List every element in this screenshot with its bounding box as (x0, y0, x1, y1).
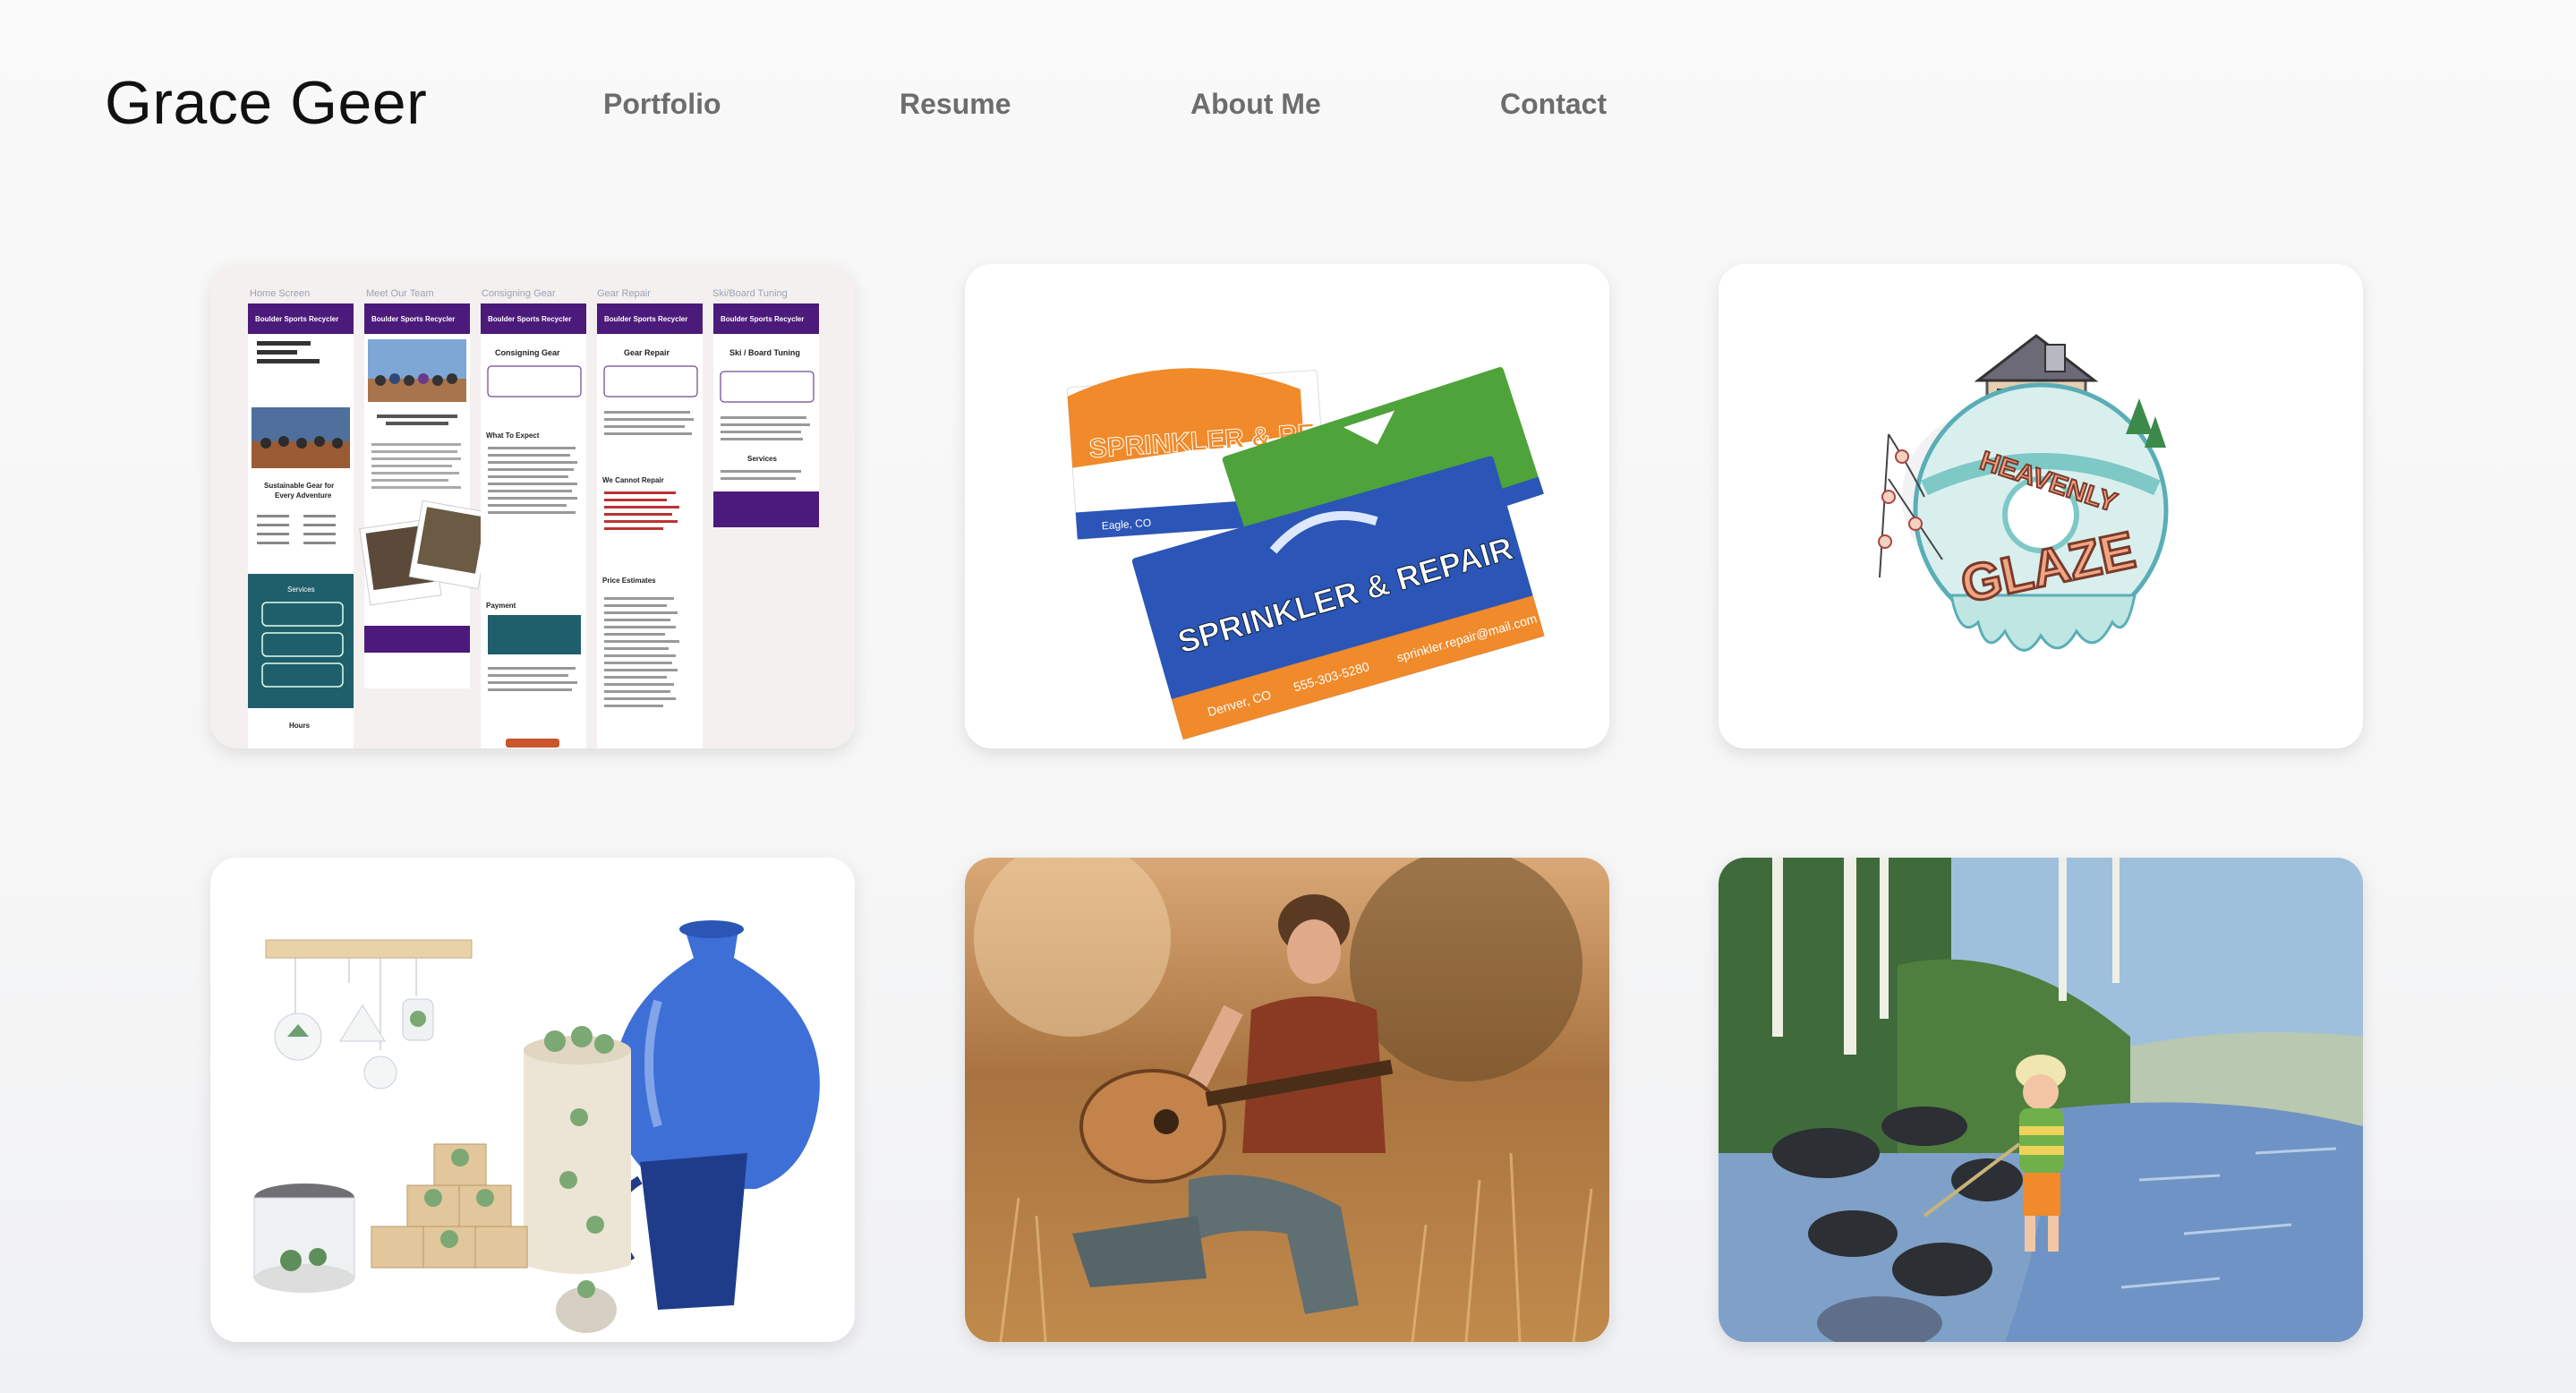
portfolio-card-guitar-photo[interactable] (965, 858, 1609, 1342)
phone-screen-consigning: Boulder Sports Recycler Consigning Gear … (481, 303, 586, 748)
portfolio-card-boulder-sports-app[interactable]: Home Screen Meet Our Team Consigning Gea… (210, 264, 855, 748)
nav-portfolio[interactable]: Portfolio (603, 88, 721, 121)
svg-text:Sustainable Gear for: Sustainable Gear for (264, 482, 334, 490)
svg-text:We Cannot Repair: We Cannot Repair (602, 476, 664, 484)
phone-screen-repair: Boulder Sports Recycler Gear Repair We C… (597, 303, 703, 748)
nav-contact[interactable]: Contact (1500, 88, 1607, 121)
screen-label-home: Home Screen (250, 288, 310, 299)
consigning-heading: Consigning Gear (495, 348, 560, 357)
svg-text:What To Expect: What To Expect (486, 432, 540, 440)
phone-screen-tuning: Boulder Sports Recycler Ski / Board Tuni… (713, 303, 819, 527)
phone-screen-home: Boulder Sports Recycler Sustainable Gear… (248, 303, 354, 748)
svg-text:Payment: Payment (486, 602, 516, 610)
svg-text:Hours: Hours (289, 722, 311, 730)
nav-resume[interactable]: Resume (900, 88, 1011, 121)
svg-text:Boulder Sports Recycler: Boulder Sports Recycler (371, 315, 455, 323)
repair-heading: Gear Repair (624, 348, 670, 357)
svg-text:Boulder Sports Recycler: Boulder Sports Recycler (488, 315, 571, 323)
screen-label-tuning: Ski/Board Tuning (712, 288, 788, 299)
screen-label-repair: Gear Repair (597, 288, 651, 299)
planter-3d-render (210, 858, 855, 1342)
svg-text:Every Adventure: Every Adventure (275, 491, 332, 500)
svg-text:Services: Services (287, 585, 315, 594)
heavenly-glaze-logo: HEAVENLY GLAZE (1719, 264, 2363, 748)
brand-label: Boulder Sports Recycler (255, 315, 338, 323)
business-cards-image: SPRINKLER & RE Eagle, CO SPRINKLER & REP… (965, 264, 1609, 748)
main-nav: Portfolio Resume About Me Contact (0, 88, 2576, 124)
screen-label-team: Meet Our Team (366, 288, 434, 299)
tuning-heading: Ski / Board Tuning (729, 348, 800, 357)
svg-text:Services: Services (747, 455, 777, 463)
portfolio-card-planter-render[interactable] (210, 858, 855, 1342)
svg-text:Boulder Sports Recycler: Boulder Sports Recycler (721, 315, 804, 323)
portfolio-card-heavenly-glaze[interactable]: HEAVENLY GLAZE (1719, 264, 2363, 748)
river-painting (1719, 858, 2363, 1342)
svg-text:Price Estimates: Price Estimates (602, 577, 656, 585)
portfolio-card-sprinkler-repair[interactable]: SPRINKLER & RE Eagle, CO SPRINKLER & REP… (965, 264, 1609, 748)
portfolio-card-river-painting[interactable] (1719, 858, 2363, 1342)
guitar-portrait-photo (965, 858, 1609, 1342)
nav-about-me[interactable]: About Me (1190, 88, 1321, 121)
app-screens-image: Home Screen Meet Our Team Consigning Gea… (210, 264, 855, 748)
svg-text:Boulder Sports Recycler: Boulder Sports Recycler (604, 315, 687, 323)
screen-label-consigning: Consigning Gear (482, 288, 556, 299)
